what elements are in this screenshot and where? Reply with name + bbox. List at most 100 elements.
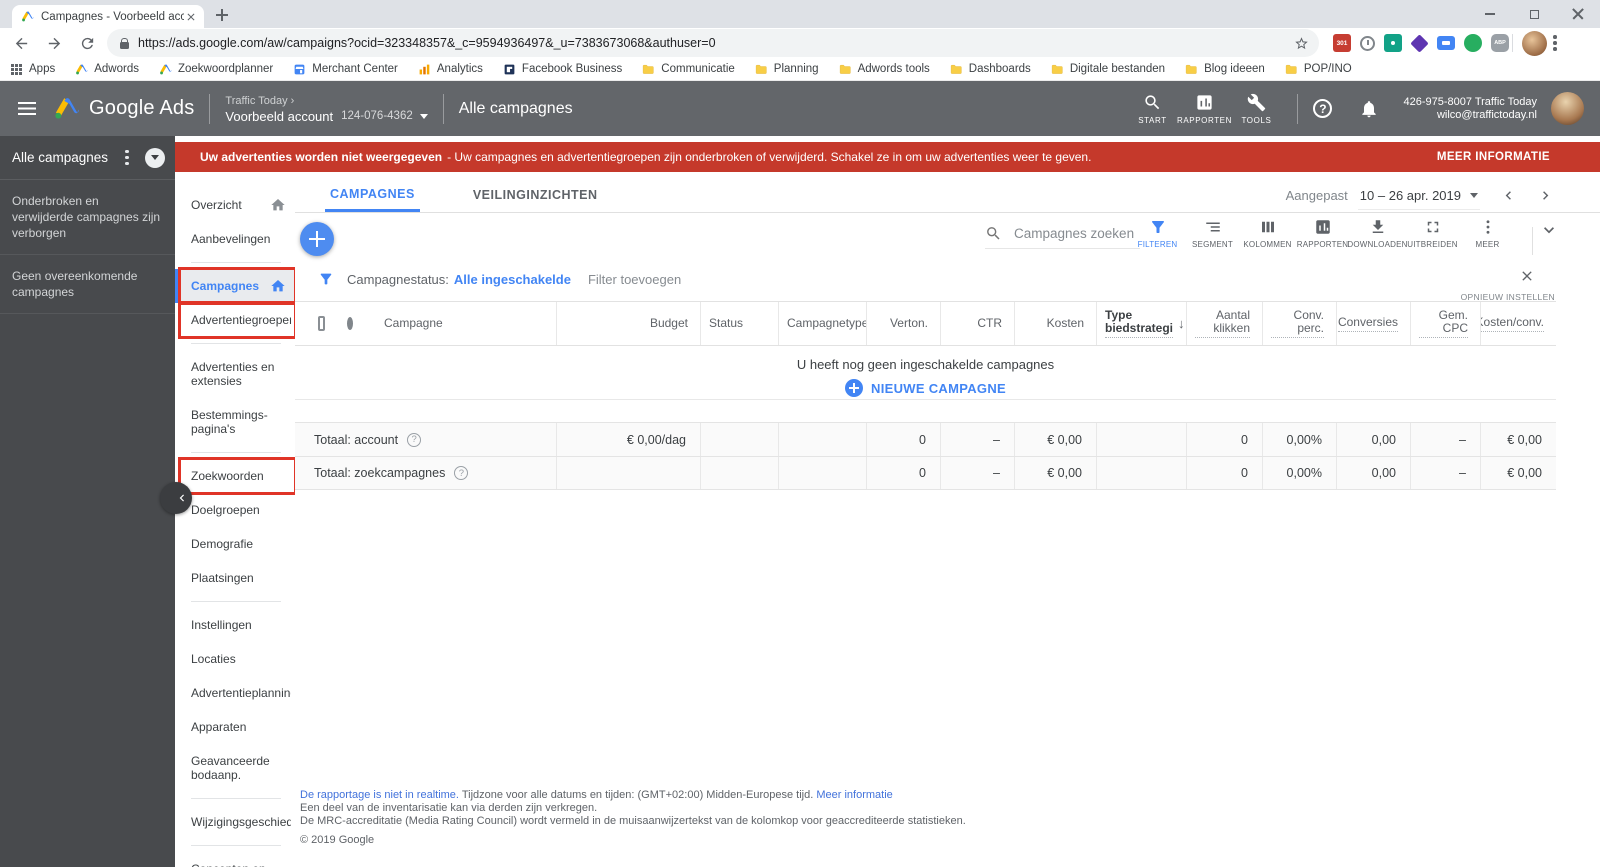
bookmark-planning[interactable]: Planning bbox=[755, 63, 819, 76]
date-range-dropdown[interactable]: 10 – 26 apr. 2019 bbox=[1357, 181, 1480, 210]
history-extension-icon[interactable] bbox=[1360, 35, 1375, 51]
nav-item-doelgroepen[interactable]: Doelgroepen bbox=[175, 493, 295, 527]
nav-item-zoekwoorden[interactable]: Zoekwoorden bbox=[175, 457, 295, 495]
new-campaign-button[interactable]: NIEUWE CAMPAGNE bbox=[845, 379, 1006, 397]
card-extension-icon[interactable] bbox=[1437, 36, 1455, 50]
column-header-gem-cpc[interactable]: Gem. CPC bbox=[1410, 302, 1480, 345]
select-all-checkbox[interactable] bbox=[318, 316, 325, 331]
new-tab-button[interactable] bbox=[214, 7, 230, 23]
uitbreiden-button[interactable]: UITBREIDEN bbox=[1405, 218, 1460, 249]
campaign-search[interactable] bbox=[985, 225, 1140, 249]
nav-item-apparaten[interactable]: Apparaten bbox=[175, 710, 295, 744]
bookmark-digitale-bestanden[interactable]: Digitale bestanden bbox=[1051, 63, 1165, 76]
account-selector[interactable]: Traffic Today › Voorbeeld account 124-07… bbox=[225, 95, 428, 123]
column-header-ctr[interactable]: CTR bbox=[940, 302, 1014, 345]
add-campaign-fab[interactable] bbox=[300, 222, 334, 256]
column-header-kosten[interactable]: Kosten bbox=[1014, 302, 1096, 345]
column-header-conversies[interactable]: Conversies bbox=[1336, 302, 1410, 345]
browser-profile-avatar[interactable] bbox=[1522, 30, 1547, 56]
forward-icon[interactable] bbox=[42, 31, 66, 55]
meer-button[interactable]: MEER bbox=[1460, 218, 1515, 249]
filteren-button[interactable]: FILTEREN bbox=[1130, 218, 1185, 249]
hamburger-menu-icon[interactable] bbox=[18, 102, 36, 115]
bookmark-pop-ino[interactable]: POP/INO bbox=[1285, 63, 1352, 76]
window-minimize-icon[interactable] bbox=[1468, 0, 1512, 28]
search-input[interactable] bbox=[1012, 225, 1136, 242]
column-header-verton[interactable]: Verton. bbox=[866, 302, 940, 345]
nav-item-campagnes[interactable]: Campagnes bbox=[175, 267, 295, 305]
https-lock-icon[interactable] bbox=[120, 37, 129, 49]
notifications-bell-icon[interactable] bbox=[1359, 99, 1379, 119]
nav-item-bestemmings-pagina-s[interactable]: Bestemmings-pagina's bbox=[175, 398, 295, 446]
nav-item-plaatsingen[interactable]: Plaatsingen bbox=[175, 561, 295, 595]
realtime-note-link[interactable]: De rapportage is niet in realtime. bbox=[300, 789, 459, 801]
adblock-extension-icon[interactable]: ABP bbox=[1491, 34, 1509, 52]
apps-shortcut[interactable]: Apps bbox=[10, 63, 55, 76]
help-icon[interactable]: ? bbox=[407, 432, 422, 447]
url-bar[interactable]: https://ads.google.com/aw/campaigns?ocid… bbox=[107, 29, 1319, 57]
nav-item-advertentiegroepen[interactable]: Advertentiegroepen bbox=[175, 301, 295, 339]
bookmark-adwords[interactable]: Adwords bbox=[75, 63, 139, 76]
more-info-link[interactable]: Meer informatie bbox=[816, 789, 892, 801]
tab-close-icon[interactable] bbox=[184, 10, 198, 24]
browser-menu-icon[interactable] bbox=[1553, 35, 1557, 51]
column-header-kosten-conv[interactable]: Kosten/conv. bbox=[1480, 302, 1556, 345]
nav-item-geavanceerde-bodaanp[interactable]: Geavanceerde bodaanp. bbox=[175, 744, 295, 792]
nav-item-demografie[interactable]: Demografie bbox=[175, 527, 295, 561]
column-header-campagnetype[interactable]: Campagnetype bbox=[778, 302, 866, 345]
window-close-icon[interactable] bbox=[1556, 0, 1600, 28]
kolommen-button[interactable]: KOLOMMEN bbox=[1240, 218, 1295, 249]
bookmark-star-icon[interactable] bbox=[1294, 36, 1309, 51]
tag-extension-icon[interactable] bbox=[1384, 34, 1402, 52]
column-header-campagne[interactable]: Campagne bbox=[365, 302, 556, 345]
bookmark-adwords-tools[interactable]: Adwords tools bbox=[839, 63, 930, 76]
add-filter-link[interactable]: Filter toevoegen bbox=[588, 272, 681, 287]
bookmark-zoekwoordplanner[interactable]: Zoekwoordplanner bbox=[159, 63, 273, 76]
rapporten-button[interactable]: RAPPORTEN bbox=[1295, 218, 1350, 249]
reload-icon[interactable] bbox=[75, 31, 99, 55]
nav-item-aanbevelingen[interactable]: Aanbevelingen bbox=[175, 222, 295, 256]
column-header-status[interactable]: Status bbox=[700, 302, 778, 345]
column-header-conv-perc[interactable]: Conv. perc. bbox=[1262, 302, 1336, 345]
tab-campagnes[interactable]: CAMPAGNES bbox=[325, 178, 420, 212]
nav-item-concepten-en[interactable]: Concepten en bbox=[175, 852, 295, 867]
panel-collapse-icon[interactable] bbox=[145, 147, 165, 168]
filter-status-value[interactable]: Alle ingeschakelde bbox=[454, 272, 571, 287]
bookmark-dashboards[interactable]: Dashboards bbox=[950, 63, 1031, 76]
back-icon[interactable] bbox=[9, 31, 33, 55]
segment-button[interactable]: SEGMENT bbox=[1185, 218, 1240, 249]
chat-extension-icon[interactable] bbox=[1464, 34, 1482, 52]
alert-action-link[interactable]: MEER INFORMATIE bbox=[1437, 151, 1550, 163]
nav-item-locaties[interactable]: Locaties bbox=[175, 642, 295, 676]
bookmark-blog-ideeen[interactable]: Blog ideeen bbox=[1185, 63, 1265, 76]
column-header-aantal-klikken[interactable]: Aantal klikken bbox=[1186, 302, 1262, 345]
nav-item-advertenties-en-extensies[interactable]: Advertenties en extensies bbox=[175, 350, 295, 398]
window-maximize-icon[interactable] bbox=[1512, 0, 1556, 28]
tab-veilinginzichten[interactable]: VEILINGINZICHTEN bbox=[468, 178, 603, 212]
column-header-budget[interactable]: Budget bbox=[556, 302, 700, 345]
downloaden-button[interactable]: DOWNLOADEN bbox=[1347, 218, 1407, 249]
tools-button[interactable]: TOOLS bbox=[1230, 93, 1282, 125]
bookmark-communicatie[interactable]: Communicatie bbox=[642, 63, 735, 76]
column-header-type-biedstrategi[interactable]: Type biedstrategi ↓ bbox=[1096, 302, 1186, 345]
bookmark-analytics[interactable]: Analytics bbox=[418, 63, 483, 76]
collapse-toolbar-icon[interactable] bbox=[1539, 220, 1559, 240]
nav-item-advertentieplanning[interactable]: Advertentieplanning bbox=[175, 676, 295, 710]
help-icon[interactable]: ? bbox=[1313, 99, 1333, 118]
browser-tab[interactable]: Campagnes - Voorbeeld account bbox=[12, 5, 204, 28]
help-icon[interactable]: ? bbox=[454, 466, 469, 480]
rapporten-button[interactable]: RAPPORTEN bbox=[1177, 93, 1231, 125]
nav-item-overzicht[interactable]: Overzicht bbox=[175, 188, 295, 222]
nav-item-instellingen[interactable]: Instellingen bbox=[175, 608, 295, 642]
previous-period-icon[interactable] bbox=[1500, 187, 1517, 204]
start-search-button[interactable]: START bbox=[1126, 93, 1178, 125]
close-filter-icon[interactable] bbox=[1519, 268, 1537, 286]
nav-item-wijzigingsgeschieden[interactable]: Wijzigingsgeschieden bbox=[175, 805, 295, 839]
toolbox-extension-icon[interactable] bbox=[1410, 33, 1429, 53]
redirect-301-extension-icon[interactable]: 301 bbox=[1333, 34, 1351, 52]
status-dot-icon[interactable] bbox=[347, 317, 353, 330]
bookmark-merchant-center[interactable]: Merchant Center bbox=[293, 63, 398, 76]
bookmark-facebook-business[interactable]: Facebook Business bbox=[503, 63, 622, 76]
sidebar-collapse-handle[interactable] bbox=[160, 482, 192, 514]
panel-menu-icon[interactable] bbox=[125, 149, 129, 166]
